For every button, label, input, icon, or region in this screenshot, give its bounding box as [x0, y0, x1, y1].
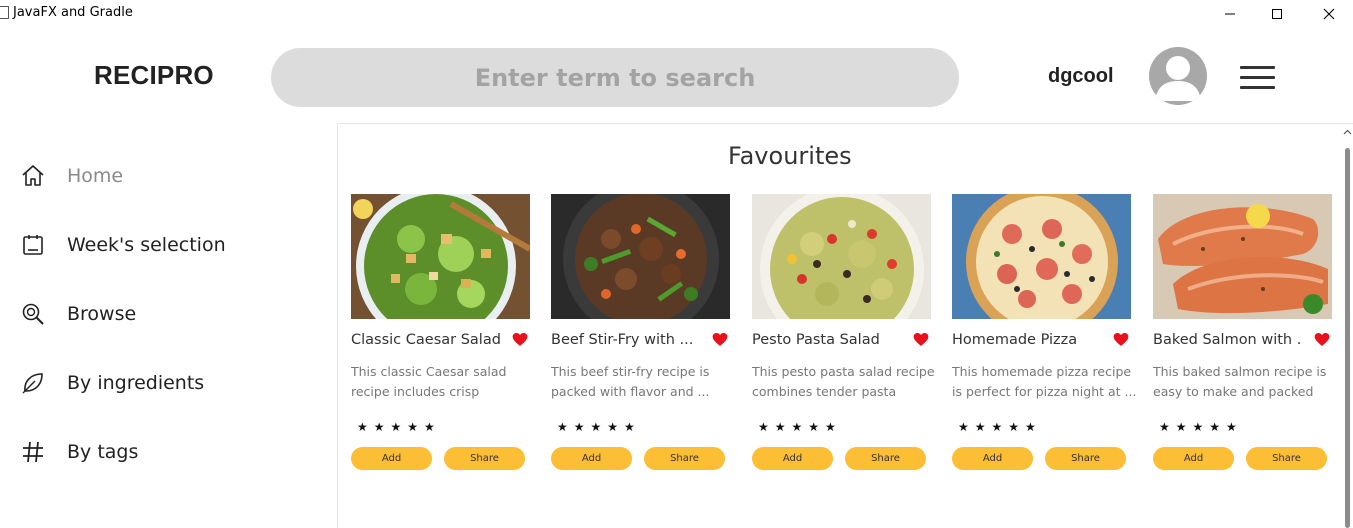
- recipe-description: This homemade pizza recipe is perfect fo…: [952, 364, 1137, 399]
- sidebar-item-by-tags[interactable]: By tags: [20, 434, 320, 470]
- share-button[interactable]: Share: [644, 447, 725, 470]
- sidebar-item-label: Browse: [67, 303, 137, 325]
- minimize-button[interactable]: [1207, 0, 1253, 28]
- rating-stars[interactable]: ★★★★★: [557, 420, 641, 434]
- browse-icon: [20, 301, 46, 327]
- recipe-description: This classic Caesar salad recipe include…: [351, 364, 507, 399]
- main-content: Favourites Classic Caesar Salad This cla…: [337, 123, 1353, 528]
- hamburger-icon: [1240, 66, 1275, 69]
- section-title: Favourites: [728, 142, 852, 170]
- scroll-up-icon[interactable]: [1343, 127, 1352, 138]
- rating-stars[interactable]: ★★★★★: [958, 420, 1042, 434]
- recipe-card[interactable]: Beef Stir-Fry with ... This beef stir-fr…: [551, 194, 730, 474]
- recipe-description: This beef stir-fry recipe is packed with…: [551, 364, 710, 399]
- recipe-title[interactable]: Classic Caesar Salad: [351, 332, 501, 348]
- window-titlebar: JavaFX and Gradle: [0, 0, 1353, 30]
- sidebar-item-weeks-selection[interactable]: Week's selection: [20, 227, 320, 263]
- salmon-photo[interactable]: [1153, 194, 1332, 319]
- add-button[interactable]: Add: [752, 447, 833, 470]
- app-icon: [0, 6, 9, 19]
- pesto-pasta-photo[interactable]: [752, 194, 931, 319]
- maximize-icon: [1272, 9, 1282, 19]
- pizza-photo[interactable]: [952, 194, 1131, 319]
- rating-stars[interactable]: ★★★★★: [758, 420, 842, 434]
- vertical-scrollbar[interactable]: [1340, 124, 1353, 528]
- home-icon: [20, 163, 46, 189]
- add-button[interactable]: Add: [1153, 447, 1234, 470]
- share-button[interactable]: Share: [444, 447, 525, 470]
- recipe-card[interactable]: Baked Salmon with ... This baked salmon …: [1153, 194, 1332, 474]
- username-label: dgcool: [1048, 65, 1114, 87]
- recipe-description: This pesto pasta salad recipe combines t…: [752, 364, 935, 399]
- rating-stars[interactable]: ★★★★★: [1159, 420, 1243, 434]
- leaf-icon: [20, 370, 46, 396]
- heart-icon[interactable]: [712, 332, 728, 348]
- sidebar-item-label: By tags: [67, 441, 139, 463]
- add-button[interactable]: Add: [351, 447, 432, 470]
- heart-icon[interactable]: [1113, 332, 1129, 348]
- sidebar-item-label: Week's selection: [67, 234, 226, 256]
- maximize-button[interactable]: [1254, 0, 1300, 28]
- recipe-title[interactable]: Homemade Pizza: [952, 332, 1102, 348]
- recipe-card[interactable]: Classic Caesar Salad This classic Caesar…: [351, 194, 530, 474]
- recipe-title[interactable]: Beef Stir-Fry with ...: [551, 332, 701, 348]
- sidebar-item-by-ingredients[interactable]: By ingredients: [20, 365, 320, 401]
- sidebar-item-home[interactable]: Home: [20, 158, 320, 194]
- app-logo[interactable]: RECIPRO: [94, 60, 214, 91]
- share-button[interactable]: Share: [1045, 447, 1126, 470]
- beef-stir-fry-photo[interactable]: [551, 194, 730, 319]
- calendar-icon: [20, 232, 46, 258]
- window-title: JavaFX and Gradle: [13, 5, 133, 20]
- avatar[interactable]: [1149, 47, 1207, 105]
- recipe-title[interactable]: Baked Salmon with ...: [1153, 332, 1303, 348]
- heart-icon[interactable]: [1314, 332, 1330, 348]
- recipe-card[interactable]: Pesto Pasta Salad This pesto pasta salad…: [752, 194, 935, 474]
- heart-icon[interactable]: [512, 332, 528, 348]
- caesar-salad-photo[interactable]: [351, 194, 530, 319]
- scrollbar-thumb[interactable]: [1345, 148, 1350, 528]
- add-button[interactable]: Add: [551, 447, 632, 470]
- hashtag-icon: [20, 439, 46, 465]
- search-input[interactable]: [271, 48, 959, 107]
- sidebar-item-browse[interactable]: Browse: [20, 296, 320, 332]
- rating-stars[interactable]: ★★★★★: [357, 420, 441, 434]
- add-button[interactable]: Add: [952, 447, 1033, 470]
- close-icon: [1323, 8, 1335, 20]
- recipe-description: This baked salmon recipe is easy to make…: [1153, 364, 1327, 399]
- hamburger-menu-button[interactable]: [1240, 64, 1276, 90]
- recipe-card[interactable]: Homemade Pizza This homemade pizza recip…: [952, 194, 1136, 474]
- heart-icon[interactable]: [913, 332, 929, 348]
- close-button[interactable]: [1306, 0, 1352, 28]
- share-button[interactable]: Share: [845, 447, 926, 470]
- share-button[interactable]: Share: [1246, 447, 1327, 470]
- minimize-icon: [1225, 13, 1235, 15]
- sidebar-item-label: By ingredients: [67, 372, 205, 394]
- recipe-title[interactable]: Pesto Pasta Salad: [752, 332, 902, 348]
- sidebar-item-label: Home: [67, 165, 124, 187]
- user-avatar-icon: [1155, 56, 1201, 101]
- sidebar: Home Week's selection Browse By ingredie…: [0, 123, 336, 527]
